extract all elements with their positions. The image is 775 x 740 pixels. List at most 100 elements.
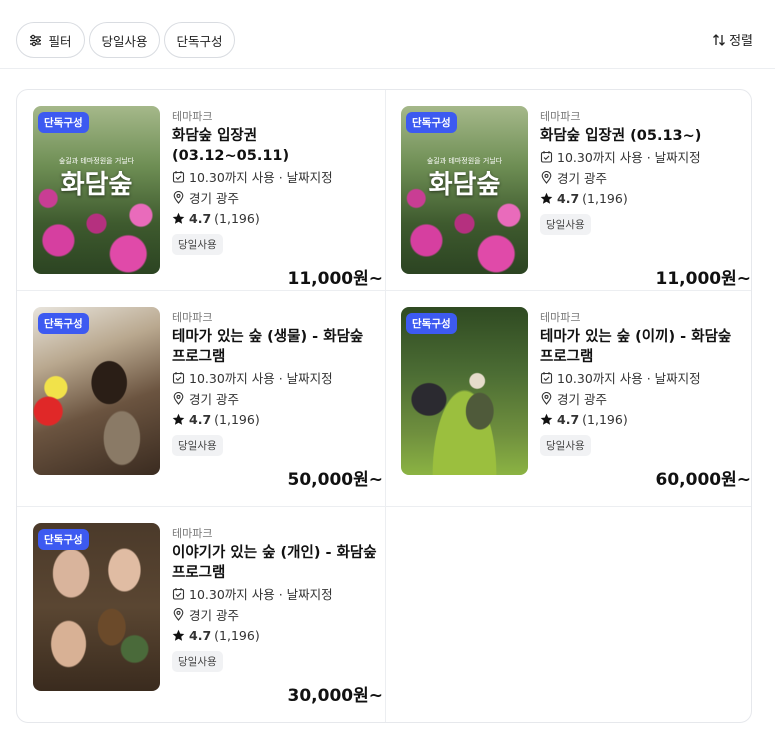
product-category: 테마파크	[172, 311, 213, 324]
product-thumbnail: 숲길과 테마정원을 거닐다 화담숲 단독구성	[401, 106, 528, 274]
usage-text: 10.30까지 사용 · 날짜지정	[189, 170, 333, 185]
location-text: 경기 광주	[189, 191, 239, 206]
review-count: (1,196)	[582, 191, 628, 206]
review-count: (1,196)	[214, 628, 260, 643]
location-pin-icon	[173, 392, 184, 405]
location-pin-icon	[541, 392, 552, 405]
product-title: 테마가 있는 숲 (이끼) - 화담숲 프로그램	[540, 329, 732, 365]
chip-same-day-label: 당일사용	[101, 33, 148, 49]
product-price: 11,000원~	[655, 269, 752, 289]
location-pin-icon	[541, 171, 552, 184]
product-category: 테마파크	[540, 311, 581, 324]
product-category: 테마파크	[172, 110, 213, 123]
product-category: 테마파크	[540, 110, 581, 123]
product-card[interactable]: 단독구성 테마파크 테마가 있는 숲 (생물) - 화담숲 프로그램 10.30…	[33, 307, 383, 507]
sort-icon	[713, 33, 726, 46]
exclusive-badge: 단독구성	[38, 313, 89, 334]
same-day-tag: 당일사용	[540, 435, 591, 456]
usage-text: 10.30까지 사용 · 날짜지정	[557, 150, 701, 165]
product-title: 이야기가 있는 숲 (개인) - 화담숲 프로그램	[172, 545, 377, 581]
calendar-check-icon	[172, 372, 185, 384]
review-count: (1,196)	[582, 412, 628, 427]
same-day-tag: 당일사용	[172, 435, 223, 456]
location-row: 경기 광주	[540, 388, 745, 409]
usage-text: 10.30까지 사용 · 날짜지정	[189, 371, 333, 386]
thumbnail-title: 화담숲	[60, 170, 133, 200]
product-thumbnail: 단독구성	[33, 307, 160, 475]
product-title: 테마가 있는 숲 (생물) - 화담숲 프로그램	[172, 329, 364, 365]
rating-value: 4.7	[557, 191, 580, 206]
exclusive-badge: 단독구성	[406, 112, 457, 133]
product-thumbnail: 단독구성	[401, 307, 528, 475]
star-icon	[540, 192, 553, 204]
calendar-check-icon	[172, 171, 185, 183]
calendar-check-icon	[540, 151, 553, 163]
star-icon	[172, 212, 185, 224]
product-grid: 숲길과 테마정원을 거닐다 화담숲 단독구성 테마파크 화담숲 입장권 (03.…	[16, 89, 752, 723]
filter-button[interactable]: 필터	[16, 22, 85, 58]
chip-exclusive[interactable]: 단독구성	[164, 22, 235, 58]
usage-row: 10.30까지 사용 · 날짜지정	[540, 146, 745, 167]
location-row: 경기 광주	[172, 187, 377, 208]
usage-row: 10.30까지 사용 · 날짜지정	[540, 367, 745, 388]
product-thumbnail: 숲길과 테마정원을 거닐다 화담숲 단독구성	[33, 106, 160, 274]
star-icon	[172, 629, 185, 641]
star-icon	[540, 413, 553, 425]
sort-label: 정렬	[729, 34, 753, 49]
chip-exclusive-label: 단독구성	[176, 33, 223, 49]
calendar-check-icon	[172, 588, 185, 600]
review-count: (1,196)	[214, 412, 260, 427]
rating-value: 4.7	[189, 211, 212, 226]
location-text: 경기 광주	[189, 608, 239, 623]
exclusive-badge: 단독구성	[38, 112, 89, 133]
same-day-tag: 당일사용	[172, 234, 223, 255]
location-text: 경기 광주	[189, 392, 239, 407]
location-text: 경기 광주	[557, 171, 607, 186]
filter-label: 필터	[48, 33, 72, 49]
product-price: 60,000원~	[655, 470, 752, 490]
exclusive-badge: 단독구성	[406, 313, 457, 334]
product-thumbnail: 단독구성	[33, 523, 160, 691]
same-day-tag: 당일사용	[172, 651, 223, 672]
location-row: 경기 광주	[172, 388, 377, 409]
calendar-check-icon	[540, 372, 553, 384]
product-card[interactable]: 단독구성 테마파크 테마가 있는 숲 (이끼) - 화담숲 프로그램 10.30…	[401, 307, 751, 507]
rating-value: 4.7	[189, 412, 212, 427]
usage-text: 10.30까지 사용 · 날짜지정	[189, 587, 333, 602]
product-card[interactable]: 숲길과 테마정원을 거닐다 화담숲 단독구성 테마파크 화담숲 입장권 (03.…	[33, 106, 383, 306]
usage-row: 10.30까지 사용 · 날짜지정	[172, 367, 377, 388]
grid-divider	[385, 90, 386, 722]
rating-value: 4.7	[189, 628, 212, 643]
rating-row: 4.7 (1,196)	[172, 208, 377, 229]
star-icon	[172, 413, 185, 425]
location-pin-icon	[173, 191, 184, 204]
product-title: 화담숲 입장권 (03.12~05.11)	[172, 128, 290, 164]
product-price: 11,000원~	[287, 269, 384, 289]
filter-toolbar: 필터 당일사용 단독구성 정렬	[0, 0, 775, 69]
usage-text: 10.30까지 사용 · 날짜지정	[557, 371, 701, 386]
product-card[interactable]: 단독구성 테마파크 이야기가 있는 숲 (개인) - 화담숲 프로그램 10.3…	[33, 523, 383, 723]
rating-row: 4.7 (1,196)	[540, 188, 745, 209]
product-category: 테마파크	[172, 527, 213, 540]
location-row: 경기 광주	[172, 604, 377, 625]
filter-icon	[30, 34, 42, 46]
location-pin-icon	[173, 608, 184, 621]
review-count: (1,196)	[214, 211, 260, 226]
usage-row: 10.30까지 사용 · 날짜지정	[172, 583, 377, 604]
exclusive-badge: 단독구성	[38, 529, 89, 550]
rating-row: 4.7 (1,196)	[172, 625, 377, 646]
rating-row: 4.7 (1,196)	[172, 409, 377, 430]
location-text: 경기 광주	[557, 392, 607, 407]
rating-value: 4.7	[557, 412, 580, 427]
product-title: 화담숲 입장권 (05.13~)	[540, 128, 702, 144]
sort-button[interactable]: 정렬	[712, 30, 753, 49]
product-price: 30,000원~	[287, 686, 384, 706]
same-day-tag: 당일사용	[540, 214, 591, 235]
product-price: 50,000원~	[287, 470, 384, 490]
rating-row: 4.7 (1,196)	[540, 409, 745, 430]
location-row: 경기 광주	[540, 167, 745, 188]
thumbnail-title: 화담숲	[428, 170, 501, 200]
product-card[interactable]: 숲길과 테마정원을 거닐다 화담숲 단독구성 테마파크 화담숲 입장권 (05.…	[401, 106, 751, 306]
chip-same-day[interactable]: 당일사용	[89, 22, 160, 58]
usage-row: 10.30까지 사용 · 날짜지정	[172, 166, 377, 187]
